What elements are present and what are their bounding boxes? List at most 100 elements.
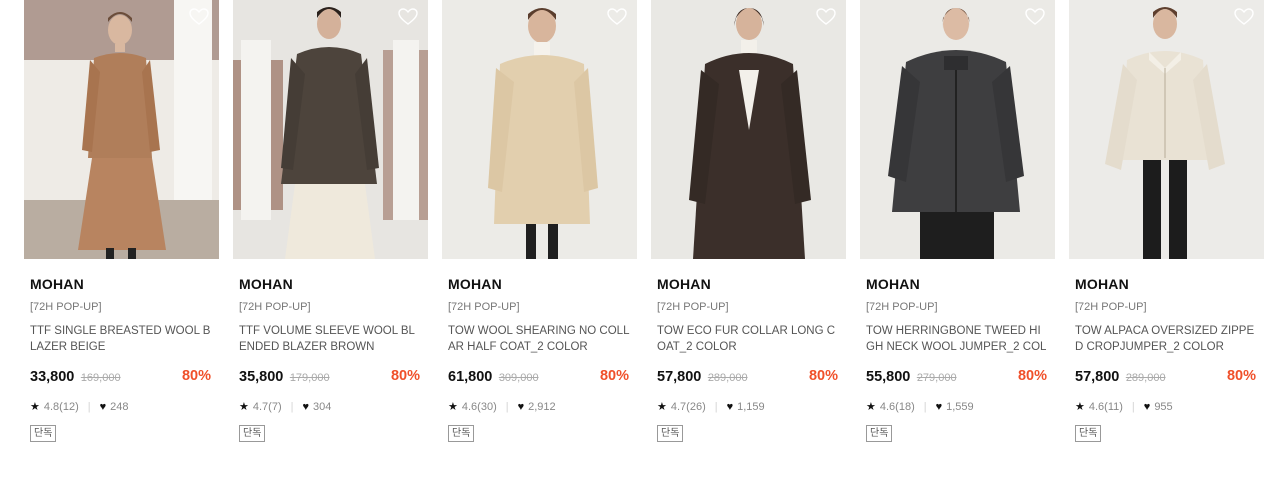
product-image[interactable] <box>442 0 637 259</box>
product-card[interactable]: MOHAN [72H POP-UP] TOW ALPACA OVERSIZED … <box>1069 0 1264 442</box>
promo-tag: [72H POP-UP] <box>448 301 520 313</box>
product-image[interactable] <box>233 0 428 259</box>
heart-filled-icon: ♥ <box>302 401 310 413</box>
rating-value: 4.6(30) <box>461 401 497 413</box>
product-card[interactable]: MOHAN [72H POP-UP] TTF VOLUME SLEEVE WOO… <box>233 0 428 442</box>
promo-tag: [72H POP-UP] <box>657 301 729 313</box>
original-price: 169,000 <box>80 372 121 384</box>
review-meta: ★ 4.6(18) | ♥ 1,559 <box>866 399 1051 415</box>
brand-name[interactable]: MOHAN <box>866 276 1051 292</box>
divider: | <box>714 401 718 413</box>
like-count: 248 <box>110 401 129 413</box>
wishlist-heart-icon[interactable] <box>816 8 836 26</box>
original-price: 279,000 <box>916 372 957 384</box>
review-meta: ★ 4.7(7) | ♥ 304 <box>239 399 424 415</box>
sale-price: 33,800 <box>30 369 75 385</box>
original-price: 309,000 <box>498 372 539 384</box>
product-info: MOHAN [72H POP-UP] TOW HERRINGBONE TWEED… <box>860 276 1055 442</box>
product-info: MOHAN [72H POP-UP] TOW ECO FUR COLLAR LO… <box>651 276 846 442</box>
product-card[interactable]: MOHAN [72H POP-UP] TOW HERRINGBONE TWEED… <box>860 0 1055 442</box>
exclusive-badge: 단독 <box>448 425 475 442</box>
product-name[interactable]: TTF VOLUME SLEEVE WOOL BLENDED BLAZER BR… <box>239 323 421 355</box>
promo-tag: [72H POP-UP] <box>866 301 938 313</box>
exclusive-badge: 단독 <box>1075 425 1102 442</box>
original-price: 289,000 <box>1125 372 1166 384</box>
product-info: MOHAN [72H POP-UP] TOW WOOL SHEARING NO … <box>442 276 637 442</box>
rating-value: 4.8(12) <box>43 401 79 413</box>
wishlist-heart-icon[interactable] <box>1234 8 1254 26</box>
review-meta: ★ 4.8(12) | ♥ 248 <box>30 399 215 415</box>
sale-price: 57,800 <box>657 369 702 385</box>
original-price: 289,000 <box>707 372 748 384</box>
review-meta: ★ 4.6(30) | ♥ 2,912 <box>448 399 633 415</box>
sale-price: 61,800 <box>448 369 493 385</box>
brand-name[interactable]: MOHAN <box>30 276 215 292</box>
like-count: 2,912 <box>528 401 556 413</box>
rating-value: 4.6(18) <box>879 401 915 413</box>
wishlist-heart-icon[interactable] <box>189 8 209 26</box>
wishlist-heart-icon[interactable] <box>1025 8 1045 26</box>
heart-filled-icon: ♥ <box>726 401 734 413</box>
rating-value: 4.7(26) <box>670 401 706 413</box>
divider: | <box>290 401 294 413</box>
divider: | <box>1131 401 1135 413</box>
star-icon: ★ <box>657 401 667 413</box>
brand-name[interactable]: MOHAN <box>1075 276 1260 292</box>
heart-filled-icon: ♥ <box>99 401 107 413</box>
heart-filled-icon: ♥ <box>935 401 943 413</box>
product-info: MOHAN [72H POP-UP] TOW ALPACA OVERSIZED … <box>1069 276 1264 442</box>
star-icon: ★ <box>1075 401 1085 413</box>
product-name[interactable]: TOW HERRINGBONE TWEED HIGH NECK WOOL JUM… <box>866 323 1048 355</box>
price-row: 57,800 289,000 80% <box>1075 368 1260 388</box>
price-row: 33,800 169,000 80% <box>30 368 215 388</box>
brand-name[interactable]: MOHAN <box>657 276 842 292</box>
divider: | <box>505 401 509 413</box>
star-icon: ★ <box>239 401 249 413</box>
price-row: 35,800 179,000 80% <box>239 368 424 388</box>
discount-rate: 80% <box>1017 368 1047 384</box>
review-meta: ★ 4.7(26) | ♥ 1,159 <box>657 399 842 415</box>
product-grid: MOHAN [72H POP-UP] TTF SINGLE BREASTED W… <box>24 0 1264 442</box>
discount-rate: 80% <box>181 368 211 384</box>
review-meta: ★ 4.6(11) | ♥ 955 <box>1075 399 1260 415</box>
discount-rate: 80% <box>599 368 629 384</box>
product-card[interactable]: MOHAN [72H POP-UP] TOW ECO FUR COLLAR LO… <box>651 0 846 442</box>
product-image[interactable] <box>651 0 846 259</box>
sale-price: 55,800 <box>866 369 911 385</box>
brand-name[interactable]: MOHAN <box>448 276 633 292</box>
product-card[interactable]: MOHAN [72H POP-UP] TOW WOOL SHEARING NO … <box>442 0 637 442</box>
product-image[interactable] <box>1069 0 1264 259</box>
brand-name[interactable]: MOHAN <box>239 276 424 292</box>
exclusive-badge: 단독 <box>30 425 57 442</box>
exclusive-badge: 단독 <box>239 425 266 442</box>
divider: | <box>87 401 91 413</box>
like-count: 1,559 <box>946 401 974 413</box>
product-name[interactable]: TTF SINGLE BREASTED WOOL BLAZER BEIGE <box>30 323 212 355</box>
promo-tag: [72H POP-UP] <box>30 301 102 313</box>
original-price: 179,000 <box>289 372 330 384</box>
promo-tag: [72H POP-UP] <box>1075 301 1147 313</box>
star-icon: ★ <box>30 401 40 413</box>
rating-value: 4.6(11) <box>1088 401 1123 413</box>
product-image[interactable] <box>24 0 219 259</box>
sale-price: 35,800 <box>239 369 284 385</box>
wishlist-heart-icon[interactable] <box>607 8 627 26</box>
product-image[interactable] <box>860 0 1055 259</box>
like-count: 1,159 <box>737 401 765 413</box>
product-name[interactable]: TOW ALPACA OVERSIZED ZIPPED CROPJUMPER_2… <box>1075 323 1257 355</box>
discount-rate: 80% <box>1226 368 1256 384</box>
exclusive-badge: 단독 <box>657 425 684 442</box>
discount-rate: 80% <box>808 368 838 384</box>
wishlist-heart-icon[interactable] <box>398 8 418 26</box>
product-name[interactable]: TOW ECO FUR COLLAR LONG COAT_2 COLOR <box>657 323 839 355</box>
exclusive-badge: 단독 <box>866 425 893 442</box>
heart-filled-icon: ♥ <box>517 401 525 413</box>
product-name[interactable]: TOW WOOL SHEARING NO COLLAR HALF COAT_2 … <box>448 323 630 355</box>
product-info: MOHAN [72H POP-UP] TTF SINGLE BREASTED W… <box>24 276 219 442</box>
discount-rate: 80% <box>390 368 420 384</box>
product-info: MOHAN [72H POP-UP] TTF VOLUME SLEEVE WOO… <box>233 276 428 442</box>
price-row: 55,800 279,000 80% <box>866 368 1051 388</box>
star-icon: ★ <box>448 401 458 413</box>
product-card[interactable]: MOHAN [72H POP-UP] TTF SINGLE BREASTED W… <box>24 0 219 442</box>
star-icon: ★ <box>866 401 876 413</box>
